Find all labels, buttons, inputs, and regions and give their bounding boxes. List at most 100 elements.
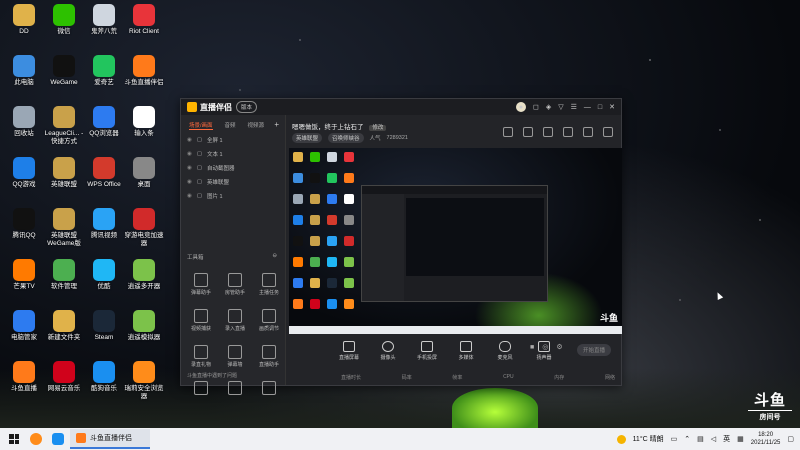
- desktop-shortcut[interactable]: 软件管理: [42, 259, 86, 291]
- share-icon[interactable]: [603, 127, 613, 137]
- start-stream-button[interactable]: 开始直播: [577, 344, 611, 356]
- toolbox-item[interactable]: [187, 381, 215, 397]
- lock-icon[interactable]: ▢: [197, 151, 202, 157]
- toolbox-item[interactable]: 直播助手: [255, 345, 283, 368]
- subcategory-pill[interactable]: 召唤师峡谷: [328, 133, 364, 143]
- toolbox-item[interactable]: 录入直播: [221, 309, 249, 332]
- toolbox-item[interactable]: 视频捕获: [187, 309, 215, 332]
- source-item[interactable]: ◉ ▢ 全屏 1: [181, 133, 285, 147]
- tab-video-source[interactable]: 视频源: [248, 121, 265, 130]
- desktop-shortcut[interactable]: 爱奇艺: [82, 55, 126, 87]
- microphone-button[interactable]: 麦克风: [494, 341, 516, 361]
- ime-indicator[interactable]: 英: [723, 434, 730, 444]
- desktop-shortcut[interactable]: 回收站: [2, 106, 46, 138]
- multimedia-button[interactable]: 多媒体: [455, 341, 477, 361]
- desktop-shortcut[interactable]: WPS Office: [82, 157, 126, 189]
- toolbox-item[interactable]: 画质调节: [255, 309, 283, 332]
- bell-icon[interactable]: [583, 127, 593, 137]
- network-icon[interactable]: ▤: [697, 435, 704, 443]
- toolbox-more-icon[interactable]: ⊖: [272, 253, 277, 261]
- desktop-shortcut[interactable]: 逍遥多开器: [122, 259, 166, 291]
- taskbar-app-douyu[interactable]: 斗鱼直播伴侣: [70, 429, 150, 449]
- desktop-shortcut[interactable]: 输入条: [122, 106, 166, 138]
- chat-icon[interactable]: ▭: [671, 435, 678, 443]
- eye-icon[interactable]: ◉: [187, 165, 192, 171]
- category-pill[interactable]: 英雄联盟: [292, 133, 323, 143]
- lock-icon[interactable]: ▢: [197, 179, 202, 185]
- kugou-taskbar-icon[interactable]: [50, 431, 66, 447]
- toolbox-item[interactable]: [255, 381, 283, 397]
- desktop-shortcut[interactable]: 优酷: [82, 259, 126, 291]
- toolbox-item[interactable]: 弹幕助手: [187, 273, 215, 296]
- desktop-shortcut[interactable]: 斗鱼直播伴侣: [122, 55, 166, 87]
- desktop-shortcut[interactable]: Riot Client: [122, 4, 166, 36]
- desktop-shortcut[interactable]: 英雄联盟 WeGame版: [42, 208, 86, 248]
- desktop-shortcut[interactable]: 桌面: [122, 157, 166, 189]
- source-item[interactable]: ◉ ▢ 图片 1: [181, 189, 285, 203]
- edit-title-button[interactable]: 修改: [369, 125, 387, 131]
- desktop-shortcut[interactable]: 斗鱼直播: [2, 361, 46, 393]
- title-bar[interactable]: 直播伴侣 版本 ● ◻ ◈ ▽ ☰ — □ ✕: [181, 99, 621, 115]
- minimize-icon[interactable]: —: [584, 104, 591, 111]
- desktop-shortcut[interactable]: 网易云音乐: [42, 361, 86, 393]
- screen-capture-button[interactable]: 直播屏幕: [338, 341, 360, 361]
- desktop-shortcut[interactable]: 芒果TV: [2, 259, 46, 291]
- desktop-shortcut[interactable]: LeagueCli... - 快捷方式: [42, 106, 86, 146]
- desktop-shortcut[interactable]: 新建文件夹: [42, 310, 86, 342]
- eye-icon[interactable]: ◉: [187, 179, 192, 185]
- desktop-shortcut[interactable]: 微信: [42, 4, 86, 36]
- gift-box-icon[interactable]: [503, 127, 513, 137]
- source-item[interactable]: ◉ ▢ 英雄联盟: [181, 175, 285, 189]
- close-icon[interactable]: ✕: [609, 103, 615, 111]
- start-button[interactable]: [6, 431, 22, 447]
- desktop-shortcut[interactable]: 穿游电竞加速器: [122, 208, 166, 248]
- toolbox-item[interactable]: 录直礼物: [187, 345, 215, 368]
- notification-icon[interactable]: ▢: [787, 435, 794, 443]
- help-link[interactable]: 斗鱼直播中遇到了问题: [187, 372, 237, 379]
- lock-icon[interactable]: [523, 127, 533, 137]
- browser-taskbar-icon[interactable]: [28, 431, 44, 447]
- eye-icon[interactable]: ◉: [187, 193, 192, 199]
- eye-icon[interactable]: ◉: [187, 137, 192, 143]
- grid-icon[interactable]: ▦: [737, 435, 744, 443]
- lock-icon[interactable]: ▢: [197, 137, 202, 143]
- tab-scenes[interactable]: 场景/画面: [189, 121, 213, 130]
- stream-preview[interactable]: 斗鱼: [289, 148, 622, 334]
- douyu-live-companion-window[interactable]: 直播伴侣 版本 ● ◻ ◈ ▽ ☰ — □ ✕ 场景/画面 音频 视频源 + ◉…: [180, 98, 622, 395]
- grid-icon[interactable]: [543, 127, 553, 137]
- desktop-shortcut[interactable]: 腾讯QQ: [2, 208, 46, 240]
- desktop-shortcut[interactable]: WeGame: [42, 55, 86, 87]
- record-icon[interactable]: ■: [530, 344, 534, 351]
- message-icon[interactable]: ◻: [533, 103, 539, 111]
- desktop-shortcut[interactable]: 腾讯视频: [82, 208, 126, 240]
- toolbox-item[interactable]: 主播任务: [255, 273, 283, 296]
- desktop-shortcut[interactable]: 此电脑: [2, 55, 46, 87]
- chevron-up-icon[interactable]: ⌃: [684, 435, 690, 443]
- desktop-shortcut[interactable]: 酷狗音乐: [82, 361, 126, 393]
- eye-icon[interactable]: ◉: [187, 151, 192, 157]
- desktop-shortcut[interactable]: 英雄联盟: [42, 157, 86, 189]
- lock-icon[interactable]: ▢: [197, 193, 202, 199]
- desktop-shortcut[interactable]: DD: [2, 4, 46, 36]
- avatar[interactable]: ●: [516, 102, 527, 112]
- volume-icon[interactable]: ◁: [711, 435, 716, 443]
- desktop-shortcut[interactable]: 瑞莉安全浏览器: [122, 361, 166, 401]
- phone-cast-button[interactable]: 手机投屏: [416, 341, 438, 361]
- camera-button[interactable]: 摄像头: [377, 341, 399, 361]
- version-badge[interactable]: 版本: [236, 101, 258, 113]
- clock[interactable]: 18:20 2021/11/25: [751, 431, 781, 447]
- tab-audio[interactable]: 音频: [225, 121, 236, 130]
- desktop-shortcut[interactable]: Steam: [82, 310, 126, 342]
- desktop-shortcut[interactable]: QQ浏览器: [82, 106, 126, 138]
- source-item[interactable]: ◉ ▢ 文本 1: [181, 147, 285, 161]
- maximize-icon[interactable]: □: [598, 104, 602, 111]
- toolbox-item[interactable]: 弹幕墙: [221, 345, 249, 368]
- toolbox-item[interactable]: [221, 381, 249, 397]
- weather-sun-icon[interactable]: [616, 434, 626, 444]
- settings-gear-icon[interactable]: ⚙: [556, 343, 562, 351]
- target-icon[interactable]: ◎: [542, 343, 548, 351]
- source-item[interactable]: ◉ ▢ 自动截图器: [181, 161, 285, 175]
- desktop-shortcut[interactable]: 电脑管家: [2, 310, 46, 342]
- settings-icon[interactable]: ☰: [571, 103, 577, 111]
- skin-icon[interactable]: ◈: [546, 103, 551, 111]
